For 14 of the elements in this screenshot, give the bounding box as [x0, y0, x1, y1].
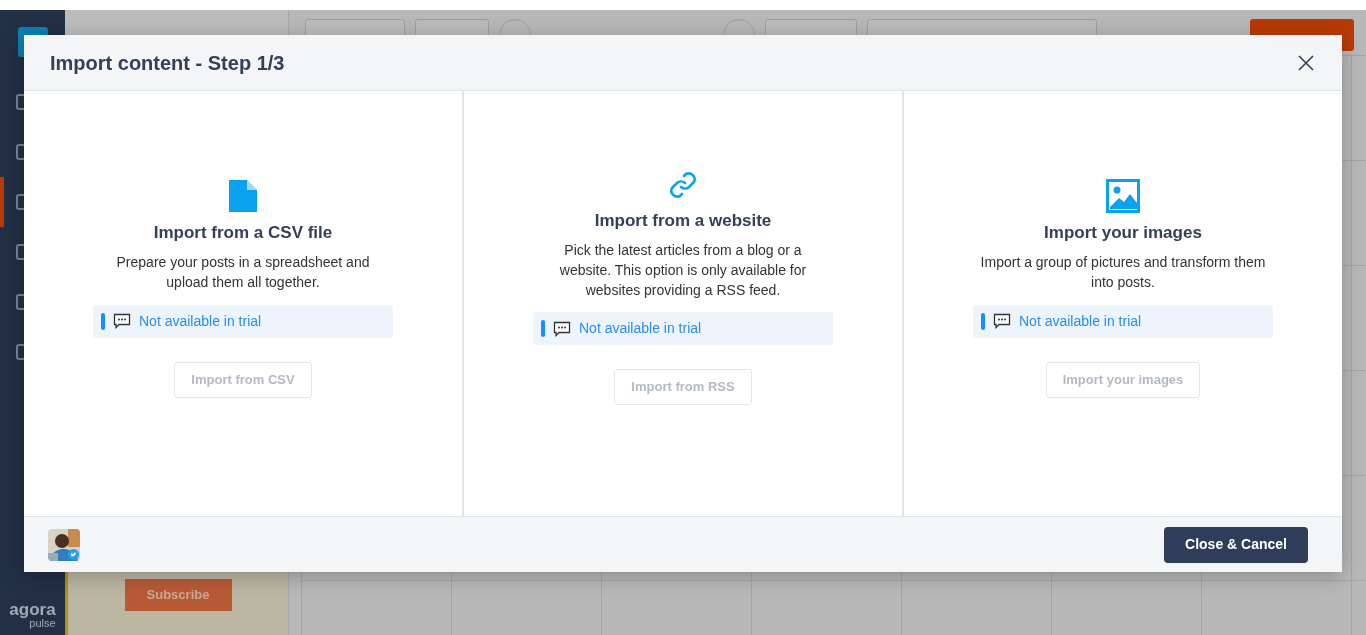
- option-title: Import from a website: [594, 211, 772, 232]
- option-title: Import from a CSV file: [153, 223, 333, 244]
- option-description: Import a group of pictures and transform them into posts.: [980, 253, 1266, 292]
- close-cancel-button[interactable]: Close & Cancel: [1164, 526, 1308, 563]
- option-description: Prepare your posts in a spreadsheet and upload them all together.: [115, 253, 371, 292]
- notice-text: Not available in trial: [139, 311, 262, 331]
- subscribe-button[interactable]: Subscribe: [124, 579, 232, 611]
- logo-text: agora: [9, 600, 56, 619]
- dialog-title: Import content - Step 1/3: [50, 50, 285, 75]
- notice-text: Not available in trial: [579, 319, 702, 339]
- logo-tagline: pulse: [29, 618, 56, 629]
- option-description: Pick the latest articles from a blog or a website. This option is only available for websites providing a RSS feed.: [558, 241, 808, 300]
- notice-text: Not available in trial: [1019, 311, 1142, 331]
- option-title: Import your images: [1044, 223, 1202, 244]
